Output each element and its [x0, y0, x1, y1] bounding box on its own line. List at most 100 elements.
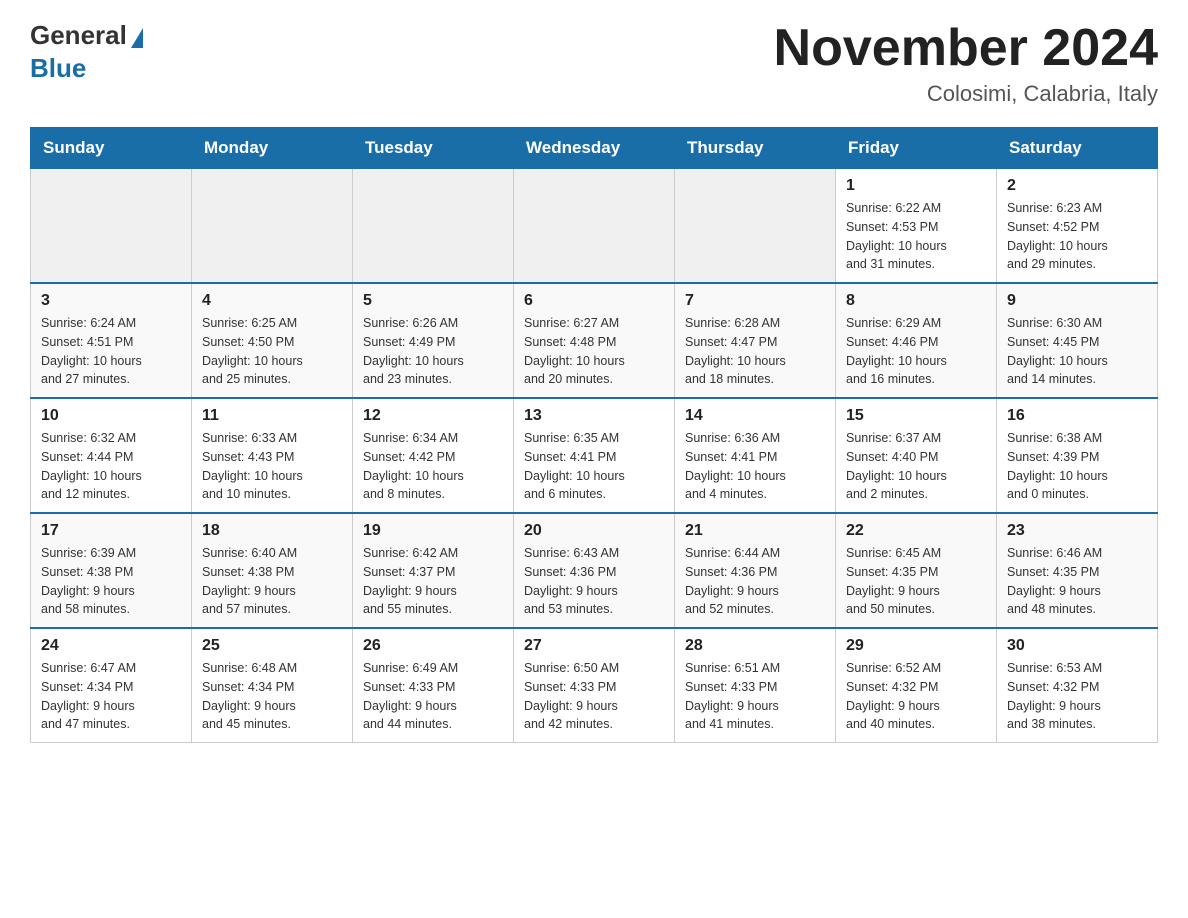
calendar-cell: 15 Sunrise: 6:37 AMSunset: 4:40 PMDayligh…	[836, 398, 997, 513]
calendar-cell: 7 Sunrise: 6:28 AMSunset: 4:47 PMDaylight…	[675, 283, 836, 398]
logo-general-text: General	[30, 20, 127, 51]
logo-blue-text: Blue	[30, 53, 86, 84]
day-number: 26	[363, 637, 503, 655]
day-info: Sunrise: 6:52 AMSunset: 4:32 PMDaylight:…	[846, 659, 986, 734]
week-row-1: 1 Sunrise: 6:22 AMSunset: 4:53 PMDaylight…	[31, 169, 1158, 284]
day-number: 21	[685, 522, 825, 540]
week-row-3: 10Sunrise: 6:32 AMSunset: 4:44 PMDayligh…	[31, 398, 1158, 513]
calendar-cell: 26 Sunrise: 6:49 AMSunset: 4:33 PMDayligh…	[353, 628, 514, 743]
day-number: 2	[1007, 177, 1147, 195]
day-info: Sunrise: 6:25 AMSunset: 4:50 PMDaylight:…	[202, 314, 342, 389]
day-info: Sunrise: 6:36 AMSunset: 4:41 PMDaylight:…	[685, 429, 825, 504]
day-number: 28	[685, 637, 825, 655]
calendar-cell: 16 Sunrise: 6:38 AMSunset: 4:39 PMDayligh…	[997, 398, 1158, 513]
day-info: Sunrise: 6:23 AMSunset: 4:52 PMDaylight:…	[1007, 199, 1147, 274]
calendar-cell: 3 Sunrise: 6:24 AMSunset: 4:51 PMDaylight…	[31, 283, 192, 398]
day-info: Sunrise: 6:32 AMSunset: 4:44 PMDaylight:…	[41, 429, 181, 504]
calendar-cell: 6 Sunrise: 6:27 AMSunset: 4:48 PMDaylight…	[514, 283, 675, 398]
day-info: Sunrise: 6:51 AMSunset: 4:33 PMDaylight:…	[685, 659, 825, 734]
calendar-cell: 27Sunrise: 6:50 AMSunset: 4:33 PMDayligh…	[514, 628, 675, 743]
calendar-cell: 24 Sunrise: 6:47 AMSunset: 4:34 PMDayligh…	[31, 628, 192, 743]
calendar-cell: 25 Sunrise: 6:48 AMSunset: 4:34 PMDayligh…	[192, 628, 353, 743]
calendar-cell: 9 Sunrise: 6:30 AMSunset: 4:45 PMDaylight…	[997, 283, 1158, 398]
calendar-cell: 4Sunrise: 6:25 AMSunset: 4:50 PMDaylight…	[192, 283, 353, 398]
calendar-cell: 8Sunrise: 6:29 AMSunset: 4:46 PMDaylight…	[836, 283, 997, 398]
day-number: 1	[846, 177, 986, 195]
day-info: Sunrise: 6:48 AMSunset: 4:34 PMDaylight:…	[202, 659, 342, 734]
day-number: 19	[363, 522, 503, 540]
day-number: 18	[202, 522, 342, 540]
day-info: Sunrise: 6:27 AMSunset: 4:48 PMDaylight:…	[524, 314, 664, 389]
calendar-cell	[675, 169, 836, 284]
day-number: 14	[685, 407, 825, 425]
day-number: 6	[524, 292, 664, 310]
calendar-cell: 30 Sunrise: 6:53 AMSunset: 4:32 PMDayligh…	[997, 628, 1158, 743]
calendar-cell: 23Sunrise: 6:46 AMSunset: 4:35 PMDayligh…	[997, 513, 1158, 628]
day-info: Sunrise: 6:43 AMSunset: 4:36 PMDaylight:…	[524, 544, 664, 619]
day-info: Sunrise: 6:42 AMSunset: 4:37 PMDaylight:…	[363, 544, 503, 619]
day-number: 25	[202, 637, 342, 655]
calendar-cell: 2 Sunrise: 6:23 AMSunset: 4:52 PMDaylight…	[997, 169, 1158, 284]
day-number: 9	[1007, 292, 1147, 310]
calendar-cell: 22 Sunrise: 6:45 AMSunset: 4:35 PMDayligh…	[836, 513, 997, 628]
day-number: 30	[1007, 637, 1147, 655]
logo: General Blue	[30, 20, 143, 84]
day-info: Sunrise: 6:26 AMSunset: 4:49 PMDaylight:…	[363, 314, 503, 389]
calendar-cell: 10Sunrise: 6:32 AMSunset: 4:44 PMDayligh…	[31, 398, 192, 513]
day-info: Sunrise: 6:44 AMSunset: 4:36 PMDaylight:…	[685, 544, 825, 619]
day-info: Sunrise: 6:37 AMSunset: 4:40 PMDaylight:…	[846, 429, 986, 504]
day-info: Sunrise: 6:47 AMSunset: 4:34 PMDaylight:…	[41, 659, 181, 734]
day-number: 24	[41, 637, 181, 655]
day-number: 22	[846, 522, 986, 540]
day-info: Sunrise: 6:40 AMSunset: 4:38 PMDaylight:…	[202, 544, 342, 619]
title-section: November 2024 Colosimi, Calabria, Italy	[774, 20, 1158, 107]
day-number: 17	[41, 522, 181, 540]
day-number: 15	[846, 407, 986, 425]
calendar-cell: 11 Sunrise: 6:33 AMSunset: 4:43 PMDayligh…	[192, 398, 353, 513]
calendar-cell: 19 Sunrise: 6:42 AMSunset: 4:37 PMDayligh…	[353, 513, 514, 628]
calendar-cell: 14 Sunrise: 6:36 AMSunset: 4:41 PMDayligh…	[675, 398, 836, 513]
day-info: Sunrise: 6:46 AMSunset: 4:35 PMDaylight:…	[1007, 544, 1147, 619]
day-info: Sunrise: 6:39 AMSunset: 4:38 PMDaylight:…	[41, 544, 181, 619]
calendar-cell: 28 Sunrise: 6:51 AMSunset: 4:33 PMDayligh…	[675, 628, 836, 743]
calendar-cell: 13 Sunrise: 6:35 AMSunset: 4:41 PMDayligh…	[514, 398, 675, 513]
header-day-tuesday: Tuesday	[353, 128, 514, 169]
day-info: Sunrise: 6:22 AMSunset: 4:53 PMDaylight:…	[846, 199, 986, 274]
day-number: 16	[1007, 407, 1147, 425]
day-info: Sunrise: 6:29 AMSunset: 4:46 PMDaylight:…	[846, 314, 986, 389]
header-day-sunday: Sunday	[31, 128, 192, 169]
day-info: Sunrise: 6:28 AMSunset: 4:47 PMDaylight:…	[685, 314, 825, 389]
day-info: Sunrise: 6:24 AMSunset: 4:51 PMDaylight:…	[41, 314, 181, 389]
header-day-thursday: Thursday	[675, 128, 836, 169]
day-info: Sunrise: 6:33 AMSunset: 4:43 PMDaylight:…	[202, 429, 342, 504]
day-info: Sunrise: 6:53 AMSunset: 4:32 PMDaylight:…	[1007, 659, 1147, 734]
header-row: SundayMondayTuesdayWednesdayThursdayFrid…	[31, 128, 1158, 169]
day-number: 12	[363, 407, 503, 425]
day-number: 3	[41, 292, 181, 310]
page-header: General Blue November 2024 Colosimi, Cal…	[30, 20, 1158, 107]
calendar-cell: 21 Sunrise: 6:44 AMSunset: 4:36 PMDayligh…	[675, 513, 836, 628]
day-info: Sunrise: 6:35 AMSunset: 4:41 PMDaylight:…	[524, 429, 664, 504]
calendar-cell: 20 Sunrise: 6:43 AMSunset: 4:36 PMDayligh…	[514, 513, 675, 628]
day-info: Sunrise: 6:45 AMSunset: 4:35 PMDaylight:…	[846, 544, 986, 619]
day-number: 13	[524, 407, 664, 425]
day-number: 20	[524, 522, 664, 540]
header-day-wednesday: Wednesday	[514, 128, 675, 169]
logo-triangle-icon	[131, 28, 143, 48]
day-number: 11	[202, 407, 342, 425]
day-number: 5	[363, 292, 503, 310]
day-info: Sunrise: 6:38 AMSunset: 4:39 PMDaylight:…	[1007, 429, 1147, 504]
day-info: Sunrise: 6:30 AMSunset: 4:45 PMDaylight:…	[1007, 314, 1147, 389]
month-title: November 2024	[774, 20, 1158, 77]
calendar-cell	[31, 169, 192, 284]
day-info: Sunrise: 6:34 AMSunset: 4:42 PMDaylight:…	[363, 429, 503, 504]
day-number: 27	[524, 637, 664, 655]
week-row-5: 24 Sunrise: 6:47 AMSunset: 4:34 PMDayligh…	[31, 628, 1158, 743]
calendar-cell: 17 Sunrise: 6:39 AMSunset: 4:38 PMDayligh…	[31, 513, 192, 628]
day-number: 7	[685, 292, 825, 310]
calendar-cell: 18 Sunrise: 6:40 AMSunset: 4:38 PMDayligh…	[192, 513, 353, 628]
day-info: Sunrise: 6:49 AMSunset: 4:33 PMDaylight:…	[363, 659, 503, 734]
calendar-cell: 5 Sunrise: 6:26 AMSunset: 4:49 PMDaylight…	[353, 283, 514, 398]
week-row-4: 17 Sunrise: 6:39 AMSunset: 4:38 PMDayligh…	[31, 513, 1158, 628]
header-day-monday: Monday	[192, 128, 353, 169]
